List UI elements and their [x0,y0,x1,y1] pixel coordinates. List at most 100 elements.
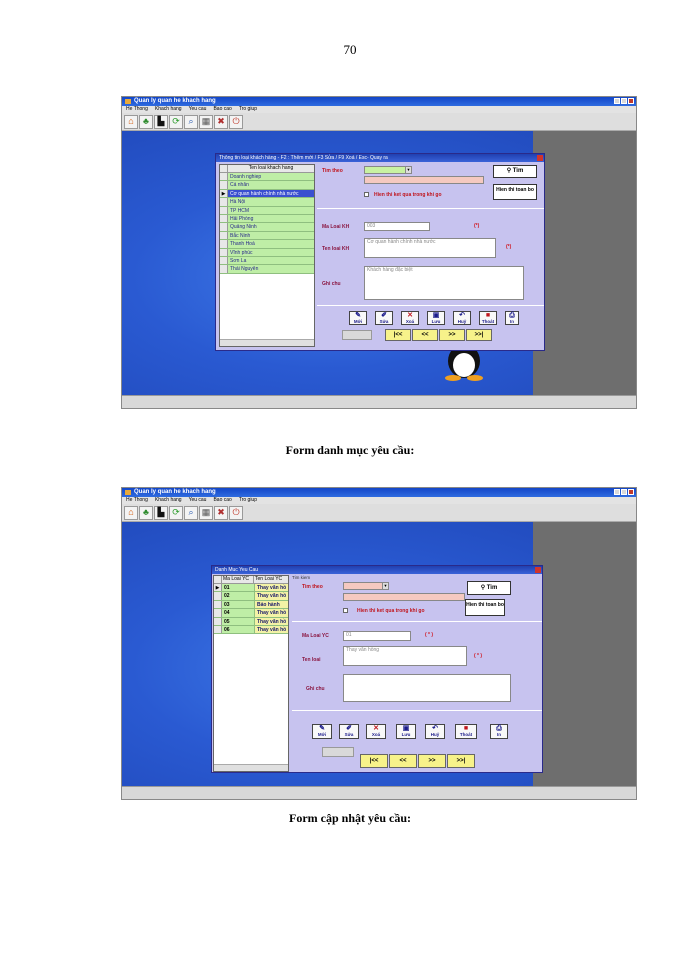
search-field-select[interactable]: ▼ [364,166,412,174]
home-icon[interactable]: ⌂ [124,114,138,129]
live-results-checkbox[interactable] [364,192,369,197]
tools-icon[interactable]: ✖ [214,114,228,129]
customer-type-grid[interactable]: Ten loai khach hang Doanh nghiep Cá nhân ▶… [219,164,315,347]
boots-icon[interactable]: ▙ [154,114,168,129]
row-indicator [220,240,228,248]
minimize-button[interactable] [614,98,620,104]
table-row[interactable]: Sơn La [220,256,314,266]
table-row[interactable]: Bắc Ninh [220,231,314,241]
search-icon[interactable]: ⌕ [184,505,198,520]
search-input[interactable] [364,176,484,184]
search-field-select-2[interactable]: ▼ [343,582,389,590]
grid-scrollbar-2[interactable] [214,764,288,771]
ghi-chu-textarea[interactable]: Khách hàng đặc biệt [364,266,524,300]
table-row[interactable]: Thanh Hoá [220,240,314,249]
search-button[interactable]: ⚲ Tim [493,165,537,178]
nav-first-button[interactable]: |<< [385,329,411,341]
app-title-2: Quan ly quan he khach hang [134,489,216,495]
maximize-button-2[interactable] [621,489,627,495]
ghi-chu-textarea-2[interactable] [343,674,511,702]
edit-button-2[interactable]: ✐ Sửa [339,724,359,739]
menu-yeu-cau-2[interactable]: Yeu cau [189,497,207,504]
nav-first-button-2[interactable]: |<< [360,754,388,768]
nav-next-button-2[interactable]: >> [418,754,446,768]
menu-he-thong-2[interactable]: He Thong [126,497,148,504]
calculator-icon[interactable]: ▦ [199,114,213,129]
new-button[interactable]: ✎ Mới [349,311,367,325]
minimize-button-2[interactable] [614,489,620,495]
show-all-button-2[interactable]: Hien thi toan bo [465,599,505,616]
new-button-2[interactable]: ✎ Mới [312,724,332,739]
table-row[interactable]: Quảng Ninh [220,223,314,232]
nav-next-button[interactable]: >> [439,329,465,341]
calculator-icon[interactable]: ▦ [199,505,213,520]
ma-loai-yc-input[interactable]: 01 [343,631,411,641]
live-results-checkbox-2[interactable] [343,608,348,613]
search-input-2[interactable] [343,593,465,601]
table-row[interactable]: Cá nhân [220,181,314,190]
table-row[interactable]: ▶ Cơ quan hành chính nhà nước [220,189,314,199]
table-row[interactable]: 05 Thay văn hồ [214,617,288,626]
menu-bao-cao-2[interactable]: Bao cao [213,497,231,504]
menu-tro-giup[interactable]: Tro giup [239,106,257,113]
nav-prev-button-2[interactable]: << [389,754,417,768]
search-button-2[interactable]: ⚲ Tim [467,581,511,595]
dialog-close-button-2[interactable] [535,567,541,573]
dialog-title: Thông tin loại khách hàng - F2 : Thêm mớ… [219,155,388,161]
nav-last-button-2[interactable]: >>| [447,754,475,768]
show-all-button[interactable]: Hien thi toan bo [493,184,537,200]
refresh-icon[interactable]: ⟳ [169,505,183,520]
cancel-button[interactable]: ↶ Huỷ [453,311,471,325]
home-icon[interactable]: ⌂ [124,505,138,520]
menu-khach-hang[interactable]: Khach hang [155,106,182,113]
power-icon[interactable]: ⏻ [229,505,243,520]
edit-icon: ✐ [381,312,387,319]
tree-icon[interactable]: ♣ [139,505,153,520]
request-category-grid[interactable]: Ma Loai YC Ten Loai YC ▶ 01 Thay văn hồ 02 T… [213,575,289,772]
delete-button[interactable]: ✕ Xoá [401,311,419,325]
cancel-button-2[interactable]: ↶ Huỷ [425,724,445,739]
table-row[interactable]: 03 Bảo hành [214,600,288,610]
table-row[interactable]: 02 Thay văn hồ [214,592,288,601]
nav-prev-button[interactable]: << [412,329,438,341]
table-row[interactable]: Vĩnh phúc [220,248,314,257]
ma-loai-input[interactable]: 003 [364,222,430,231]
edit-button[interactable]: ✐ Sửa [375,311,393,325]
tools-icon[interactable]: ✖ [214,505,228,520]
name-cell: Thay văn hồ [255,617,288,625]
table-row[interactable]: Hải Phòng [220,214,314,224]
boots-icon[interactable]: ▙ [154,505,168,520]
table-row[interactable]: TP HCM [220,206,314,215]
menu-khach-hang-2[interactable]: Khach hang [155,497,182,504]
menu-tro-giup-2[interactable]: Tro giup [239,497,257,504]
table-row[interactable]: Doanh nghiep [220,173,314,182]
menu-yeu-cau[interactable]: Yeu cau [189,106,207,113]
save-button[interactable]: ▣ Lưu [427,311,445,325]
name-cell: Thay văn hồ [255,584,288,592]
ten-loai-textarea[interactable]: Cơ quan hành chính nhà nước [364,238,496,258]
power-icon[interactable]: ⏻ [229,114,243,129]
grid-scrollbar[interactable] [220,339,314,346]
ten-loai-textarea-2[interactable]: Thay văn hồng [343,646,467,666]
delete-button-2[interactable]: ✕ Xoá [366,724,386,739]
refresh-icon[interactable]: ⟳ [169,114,183,129]
table-row[interactable]: ▶ 01 Thay văn hồ [214,584,288,593]
exit-button[interactable]: ■ Thoát [479,311,497,325]
table-row[interactable]: Thái Nguyên [220,265,314,274]
table-row[interactable]: Hà Nội [220,198,314,207]
print-button[interactable]: ⎙ In [505,311,519,325]
nav-last-button[interactable]: >>| [466,329,492,341]
maximize-button[interactable] [621,98,627,104]
search-icon[interactable]: ⌕ [184,114,198,129]
exit-button-2[interactable]: ■ Thoát [455,724,477,739]
close-button[interactable] [628,98,634,104]
menu-bao-cao[interactable]: Bao cao [213,106,231,113]
menu-he-thong[interactable]: He Thong [126,106,148,113]
tree-icon[interactable]: ♣ [139,114,153,129]
table-row[interactable]: 06 Thay văn hồ [214,625,288,635]
table-row[interactable]: 04 Thay văn hồ [214,609,288,618]
print-button-2[interactable]: ⎙ In [490,724,508,739]
close-button-2[interactable] [628,489,634,495]
dialog-close-button[interactable] [537,155,543,161]
save-button-2[interactable]: ▣ Lưu [396,724,416,739]
